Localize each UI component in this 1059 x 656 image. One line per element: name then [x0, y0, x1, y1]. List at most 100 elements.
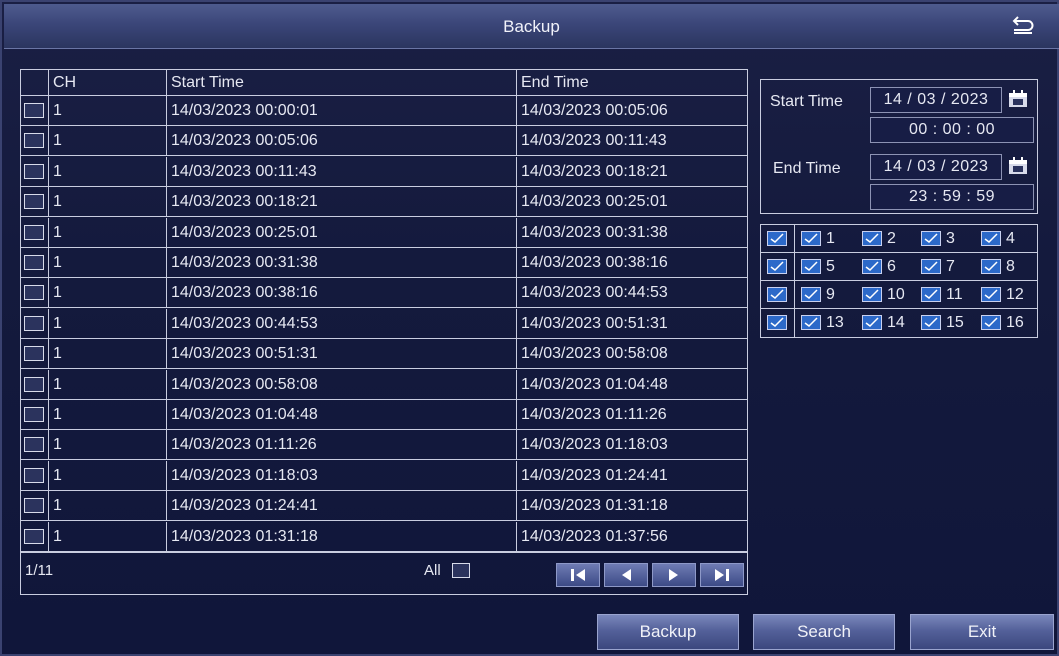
- row-checkbox[interactable]: [24, 224, 44, 240]
- channel-16-checkbox[interactable]: [981, 315, 1001, 330]
- row-end-time: 14/03/2023 00:18:21: [521, 162, 668, 180]
- channel-row-select-all-checkbox[interactable]: [767, 259, 787, 274]
- channel-row-divider: [794, 309, 795, 337]
- channel-1-checkbox[interactable]: [801, 231, 821, 246]
- channel-label: 11: [946, 286, 963, 303]
- table-row[interactable]: 1 14/03/2023 00:31:38 14/03/2023 00:38:16: [21, 248, 747, 278]
- table-row[interactable]: 1 14/03/2023 00:25:01 14/03/2023 00:31:38: [21, 217, 747, 248]
- end-date-field[interactable]: 14 / 03 / 2023: [870, 154, 1002, 180]
- row-checkbox[interactable]: [24, 346, 44, 362]
- row-checkbox[interactable]: [24, 437, 44, 453]
- table-row[interactable]: 1 14/03/2023 00:00:01 14/03/2023 00:05:06: [21, 96, 747, 126]
- channel-11-checkbox[interactable]: [921, 287, 941, 302]
- table-row[interactable]: 1 14/03/2023 00:18:21 14/03/2023 00:25:01: [21, 187, 747, 218]
- start-time-label: Start Time: [770, 93, 843, 110]
- first-page-button[interactable]: [556, 563, 600, 587]
- channel-5-checkbox[interactable]: [801, 259, 821, 274]
- channel-15-checkbox[interactable]: [921, 315, 941, 330]
- window-title: Backup: [503, 17, 560, 36]
- channel-label: 5: [826, 258, 835, 275]
- row-select-cell: [21, 460, 49, 490]
- exit-button[interactable]: Exit: [910, 614, 1054, 650]
- row-channel: 1: [49, 217, 167, 247]
- channel-10-checkbox[interactable]: [862, 287, 882, 302]
- channel-13-checkbox[interactable]: [801, 315, 821, 330]
- row-checkbox[interactable]: [24, 255, 44, 270]
- channel-2-checkbox[interactable]: [862, 231, 882, 246]
- row-start-time: 14/03/2023 01:04:48: [167, 400, 517, 429]
- row-start-time: 14/03/2023 00:11:43: [167, 156, 517, 186]
- row-checkbox[interactable]: [24, 376, 44, 392]
- row-checkbox[interactable]: [24, 467, 44, 483]
- table-row[interactable]: 1 14/03/2023 00:51:31 14/03/2023 00:58:08: [21, 339, 747, 370]
- row-checkbox[interactable]: [24, 315, 44, 331]
- channel-12-checkbox[interactable]: [981, 287, 1001, 302]
- table-row[interactable]: 1 14/03/2023 01:31:18 14/03/2023 01:37:56: [21, 521, 747, 552]
- start-date-field[interactable]: 14 / 03 / 2023: [870, 87, 1002, 113]
- channel-9-checkbox[interactable]: [801, 287, 821, 302]
- row-checkbox[interactable]: [24, 103, 44, 118]
- channel-row-select-all-checkbox[interactable]: [767, 315, 787, 330]
- last-page-button[interactable]: [700, 563, 744, 587]
- next-page-button[interactable]: [652, 563, 696, 587]
- row-checkbox[interactable]: [24, 285, 44, 301]
- table-row[interactable]: 1 14/03/2023 01:04:48 14/03/2023 01:11:26: [21, 400, 747, 430]
- row-start-time: 14/03/2023 00:31:38: [167, 248, 517, 277]
- backup-button[interactable]: Backup: [597, 614, 739, 650]
- row-checkbox[interactable]: [24, 528, 44, 544]
- channel-14-checkbox[interactable]: [862, 315, 882, 330]
- row-end-time: 14/03/2023 00:05:06: [521, 102, 668, 119]
- channel-6-checkbox[interactable]: [862, 259, 882, 274]
- row-select-cell: [21, 126, 49, 156]
- row-channel: 1: [49, 369, 167, 399]
- table-row[interactable]: 1 14/03/2023 01:24:41 14/03/2023 01:31:18: [21, 491, 747, 522]
- row-select-cell: [21, 400, 49, 429]
- channel-3-checkbox[interactable]: [921, 231, 941, 246]
- table-row[interactable]: 1 14/03/2023 00:38:16 14/03/2023 00:44:53: [21, 278, 747, 309]
- channel-row-select-all-checkbox[interactable]: [767, 231, 787, 246]
- row-checkbox[interactable]: [24, 194, 44, 210]
- channel-row-divider: [794, 253, 795, 280]
- time-filter-panel: Start Time 14 / 03 / 2023 00 : 00 : 00 E…: [760, 79, 1038, 214]
- row-checkbox[interactable]: [24, 407, 44, 422]
- row-end-time: 14/03/2023 01:04:48: [521, 375, 668, 393]
- table-row[interactable]: 1 14/03/2023 00:44:53 14/03/2023 00:51:31: [21, 308, 747, 339]
- previous-page-button[interactable]: [604, 563, 648, 587]
- end-time-field[interactable]: 23 : 59 : 59: [870, 184, 1034, 210]
- row-select-cell: [21, 187, 49, 217]
- end-calendar-icon[interactable]: [1008, 157, 1028, 175]
- channel-label: 3: [946, 230, 955, 247]
- row-checkbox[interactable]: [24, 163, 44, 179]
- row-channel: 1: [49, 308, 167, 338]
- channel-row: 9 10 11 12: [761, 281, 1037, 309]
- back-icon[interactable]: [1011, 16, 1035, 36]
- table-row[interactable]: 1 14/03/2023 00:11:43 14/03/2023 00:18:21: [21, 156, 747, 187]
- row-checkbox[interactable]: [24, 498, 44, 514]
- channel-4-checkbox[interactable]: [981, 231, 1001, 246]
- channel-label: 12: [1006, 286, 1024, 303]
- channel-label: 4: [1006, 230, 1015, 247]
- row-select-cell: [21, 248, 49, 277]
- row-channel: 1: [49, 491, 167, 521]
- next-page-icon: [669, 569, 678, 581]
- channel-row-divider: [794, 225, 795, 252]
- table-header: CH Start Time End Time: [21, 70, 747, 96]
- table-row[interactable]: 1 14/03/2023 00:05:06 14/03/2023 00:11:43: [21, 126, 747, 157]
- channel-7-checkbox[interactable]: [921, 259, 941, 274]
- channel-row-select-all-checkbox[interactable]: [767, 287, 787, 302]
- table-row[interactable]: 1 14/03/2023 01:18:03 14/03/2023 01:24:41: [21, 460, 747, 491]
- search-button[interactable]: Search: [753, 614, 895, 650]
- select-all-label: All: [424, 562, 441, 579]
- channel-8-checkbox[interactable]: [981, 259, 1001, 274]
- select-all-checkbox[interactable]: [452, 563, 470, 578]
- row-checkbox[interactable]: [24, 133, 44, 149]
- start-time-field[interactable]: 00 : 00 : 00: [870, 117, 1034, 143]
- backup-window: Backup CH Start Time End Time 1 14/03/202…: [0, 0, 1059, 656]
- row-start-time: 14/03/2023 00:58:08: [167, 369, 517, 399]
- table-footer: 1/11 All: [21, 552, 747, 595]
- start-calendar-icon[interactable]: [1008, 90, 1028, 108]
- table-row[interactable]: 1 14/03/2023 00:58:08 14/03/2023 01:04:48: [21, 369, 747, 400]
- table-row[interactable]: 1 14/03/2023 01:11:26 14/03/2023 01:18:03: [21, 430, 747, 461]
- header-ch: CH: [49, 70, 167, 95]
- row-select-cell: [21, 156, 49, 186]
